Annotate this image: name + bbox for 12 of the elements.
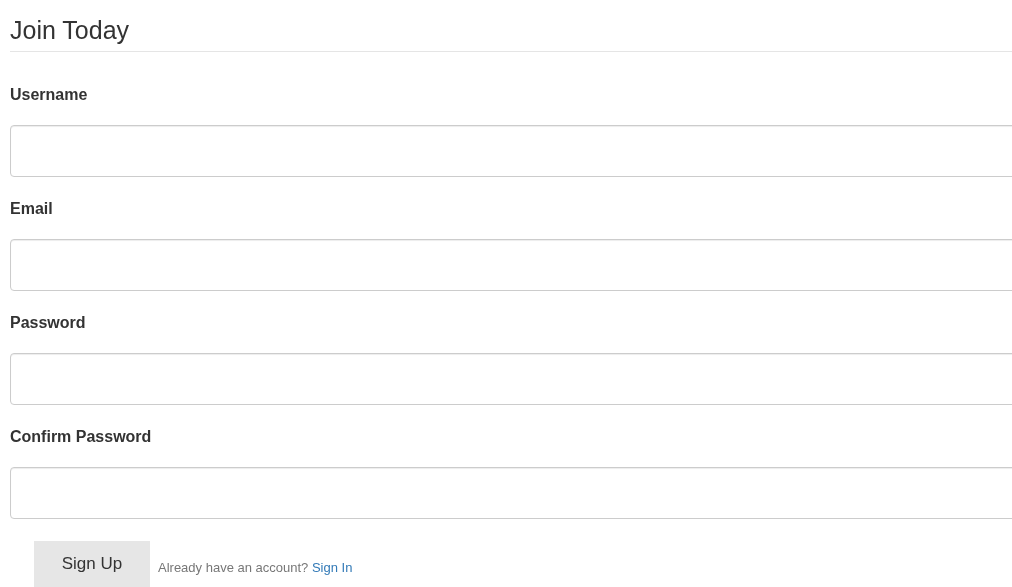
sign-in-link[interactable]: Sign In — [311, 560, 353, 575]
input-field[interactable] — [10, 239, 1012, 291]
sign-up-button[interactable]: Sign Up — [34, 541, 150, 587]
field-label: Email — [10, 199, 54, 218]
input-field[interactable] — [10, 125, 1012, 177]
page-heading: Join Today — [10, 16, 131, 45]
signin-prompt: Already have an account? Sign In — [158, 560, 353, 575]
field-label: Confirm Password — [10, 427, 153, 446]
input-field[interactable] — [10, 353, 1012, 405]
field-label: Password — [10, 313, 87, 332]
input-field[interactable] — [10, 467, 1012, 519]
field-label: Username — [10, 85, 89, 104]
